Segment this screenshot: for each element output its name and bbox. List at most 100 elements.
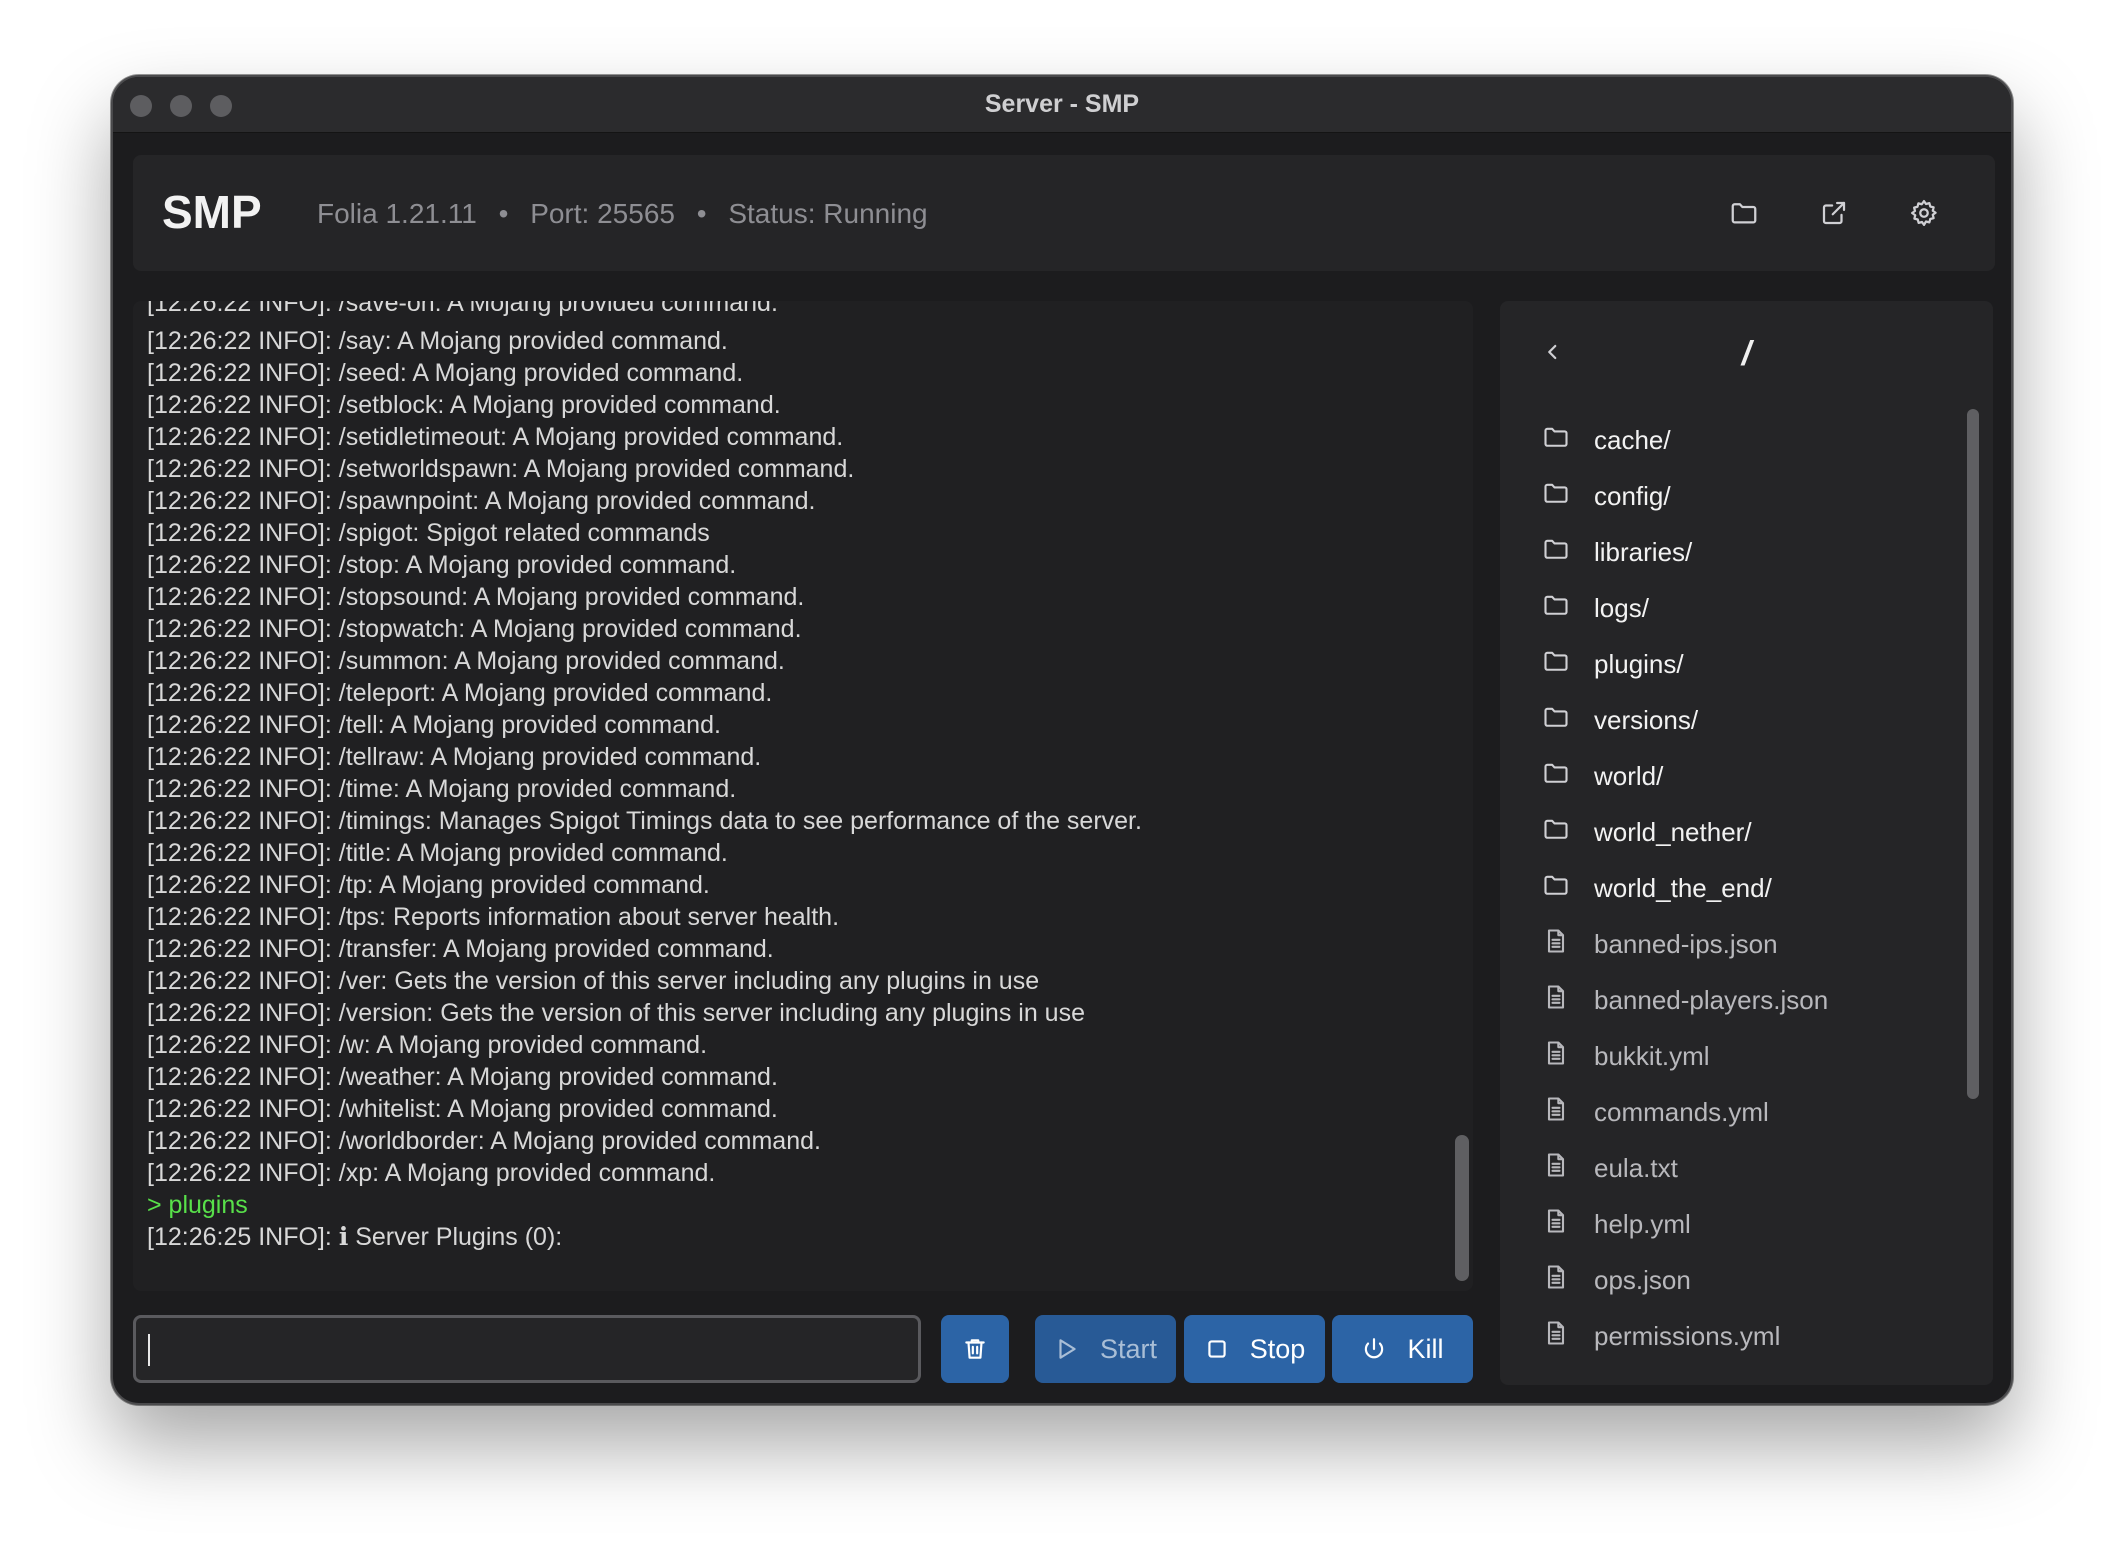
file-name: versions/	[1594, 705, 1699, 735]
kill-label: Kill	[1407, 1333, 1444, 1364]
folder-item[interactable]: config/	[1500, 467, 1993, 523]
console-line: [12:26:22 INFO]: /stopwatch: A Mojang pr…	[147, 615, 802, 643]
start-button[interactable]: Start	[1035, 1315, 1176, 1383]
console-line: [12:26:22 INFO]: /xp: A Mojang provided …	[147, 1159, 716, 1187]
console-line: [12:26:22 INFO]: /whitelist: A Mojang pr…	[147, 1095, 778, 1123]
file-item[interactable]: commands.yml	[1500, 1083, 1993, 1139]
folder-item[interactable]: plugins/	[1500, 635, 1993, 691]
file-name: help.yml	[1594, 1209, 1691, 1239]
folder-item[interactable]: world_the_end/	[1500, 859, 1993, 915]
console-output[interactable]: [12:26:22 INFO]: /save-on: A Mojang prov…	[133, 301, 1473, 1291]
stop-button[interactable]: Stop	[1184, 1315, 1325, 1383]
console-line: [12:26:22 INFO]: /version: Gets the vers…	[147, 999, 1085, 1027]
folder-icon	[1542, 759, 1570, 787]
start-label: Start	[1099, 1333, 1158, 1364]
external-link-icon	[1822, 201, 1846, 225]
console-line: [12:26:22 INFO]: /setworldspawn: A Mojan…	[147, 455, 855, 483]
separator: •	[696, 198, 707, 229]
server-status: Status: Running	[728, 198, 928, 229]
console-scrollbar[interactable]	[1455, 1135, 1469, 1281]
app-window: Server - SMP SMP Folia 1.21.11 • Port: 2…	[111, 75, 2013, 1405]
file-name: plugins/	[1594, 649, 1684, 679]
folder-icon	[1542, 815, 1570, 843]
console-line: [12:26:22 INFO]: /seed: A Mojang provide…	[147, 359, 744, 387]
console-line: [12:26:22 INFO]: /setblock: A Mojang pro…	[147, 391, 781, 419]
folder-item[interactable]: logs/	[1500, 579, 1993, 635]
file-item[interactable]: permissions.yml	[1500, 1307, 1993, 1363]
window-title: Server - SMP	[984, 90, 1140, 118]
file-item[interactable]: ops.json	[1500, 1251, 1993, 1307]
trash-icon	[965, 1339, 985, 1359]
file-name: config/	[1594, 481, 1671, 511]
server-port: Port: 25565	[530, 198, 675, 229]
document-icon	[1542, 1095, 1570, 1123]
file-name: ops.json	[1594, 1265, 1691, 1295]
open-external-button[interactable]	[1812, 191, 1856, 235]
file-item[interactable]: banned-ips.json	[1500, 915, 1993, 971]
document-icon	[1542, 927, 1570, 955]
file-name: world_nether/	[1594, 817, 1752, 847]
stop-icon	[1208, 1340, 1226, 1358]
file-name: commands.yml	[1594, 1097, 1769, 1127]
console-line: [12:26:22 INFO]: /say: A Mojang provided…	[147, 327, 728, 355]
server-version: Folia 1.21.11	[317, 198, 477, 229]
console-line: [12:26:22 INFO]: /worldborder: A Mojang …	[147, 1127, 821, 1155]
folder-item[interactable]: versions/	[1500, 691, 1993, 747]
console-line-partial: [12:26:22 INFO]: /save-on: A Mojang prov…	[147, 301, 778, 317]
console-line: [12:26:22 INFO]: /tell: A Mojang provide…	[147, 711, 721, 739]
file-item[interactable]: eula.txt	[1500, 1139, 1993, 1195]
file-name: banned-ips.json	[1594, 929, 1778, 959]
text-caret	[148, 1334, 150, 1366]
folder-icon	[1542, 871, 1570, 899]
console-lines: [12:26:22 INFO]: /say: A Mojang provided…	[147, 325, 1443, 1253]
file-name: world/	[1594, 761, 1664, 791]
file-item[interactable]: help.yml	[1500, 1195, 1993, 1251]
console-line: [12:26:22 INFO]: /ver: Gets the version …	[147, 967, 1040, 995]
document-icon	[1542, 1151, 1570, 1179]
document-icon	[1542, 983, 1570, 1011]
file-name: libraries/	[1594, 537, 1693, 567]
document-icon	[1542, 1263, 1570, 1291]
file-item[interactable]: bukkit.yml	[1500, 1027, 1993, 1083]
folder-icon	[1542, 647, 1570, 675]
file-list-scrollbar[interactable]	[1967, 409, 1979, 1099]
title-bar: Server - SMP	[113, 77, 2011, 133]
play-icon	[1059, 1339, 1076, 1359]
console-line: [12:26:22 INFO]: /spigot: Spigot related…	[147, 519, 710, 547]
file-item[interactable]: banned-players.json	[1500, 971, 1993, 1027]
current-path: /	[1741, 335, 1752, 373]
document-icon	[1542, 1319, 1570, 1347]
file-name: cache/	[1594, 425, 1671, 455]
folder-item[interactable]: cache/	[1500, 411, 1993, 467]
folder-item[interactable]: world/	[1500, 747, 1993, 803]
folder-item[interactable]: world_nether/	[1500, 803, 1993, 859]
command-input[interactable]	[133, 1315, 921, 1383]
console-line: [12:26:22 INFO]: /spawnpoint: A Mojang p…	[147, 487, 816, 515]
kill-button[interactable]: Kill	[1332, 1315, 1473, 1383]
document-icon	[1542, 1207, 1570, 1235]
folder-icon	[1542, 591, 1570, 619]
console-line: [12:26:22 INFO]: /weather: A Mojang prov…	[147, 1063, 778, 1091]
console-line: [12:26:22 INFO]: /stop: A Mojang provide…	[147, 551, 737, 579]
file-name: world_the_end/	[1594, 873, 1772, 903]
folder-icon	[1542, 423, 1570, 451]
file-name: eula.txt	[1594, 1153, 1678, 1183]
settings-button[interactable]	[1902, 191, 1946, 235]
file-list: cache/config/libraries/logs/plugins/vers…	[1500, 411, 1993, 1363]
console-line: [12:26:22 INFO]: /title: A Mojang provid…	[147, 839, 728, 867]
console-line: [12:26:22 INFO]: /setidletimeout: A Moja…	[147, 423, 844, 451]
console-line: [12:26:22 INFO]: /time: A Mojang provide…	[147, 775, 737, 803]
document-icon	[1542, 1039, 1570, 1067]
folder-item[interactable]: libraries/	[1500, 523, 1993, 579]
console-line: [12:26:22 INFO]: /timings: Manages Spigo…	[147, 807, 1142, 835]
power-icon	[1365, 1338, 1384, 1359]
console-line: [12:26:22 INFO]: /w: A Mojang provided c…	[147, 1031, 708, 1059]
open-folder-button[interactable]	[1722, 191, 1766, 235]
file-name: bukkit.yml	[1594, 1041, 1710, 1071]
console-line: [12:26:22 INFO]: /tellraw: A Mojang prov…	[147, 743, 762, 771]
clear-console-button[interactable]	[941, 1315, 1009, 1383]
server-header: SMP Folia 1.21.11 • Port: 25565 • Status…	[133, 155, 1995, 271]
console-line: [12:26:22 INFO]: /stopsound: A Mojang pr…	[147, 583, 805, 611]
console-line: [12:26:25 INFO]: ℹ Server Plugins (0):	[147, 1223, 563, 1251]
file-browser: / cache/config/libraries/logs/plugins/ve…	[1500, 301, 1993, 1385]
